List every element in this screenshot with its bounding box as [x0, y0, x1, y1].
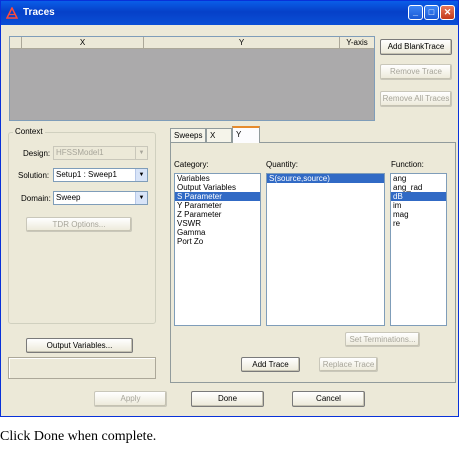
column-header-y-axis[interactable]: Y-axis — [340, 37, 374, 49]
function-list-item[interactable]: re — [391, 219, 446, 228]
solution-label: Solution: — [18, 171, 50, 180]
done-button[interactable]: Done — [191, 391, 264, 407]
design-label: Design: — [23, 149, 51, 158]
tab-y[interactable]: Y — [232, 126, 260, 143]
quantity-label: Quantity: — [266, 160, 299, 169]
tdr-options-button[interactable]: TDR Options... — [26, 217, 132, 232]
tab-panel-y: Category: Quantity: Function: Variables O… — [170, 142, 456, 383]
remove-trace-button[interactable]: Remove Trace — [380, 64, 452, 80]
set-terminations-button[interactable]: Set Terminations... — [345, 332, 420, 347]
function-list[interactable]: ang ang_rad dB im mag re — [390, 173, 447, 326]
output-variables-button[interactable]: Output Variables... — [26, 338, 133, 353]
solution-select[interactable]: Setup1 : Sweep1 ▼ — [53, 168, 148, 182]
design-value: HFSSModel1 — [56, 148, 104, 157]
maximize-icon[interactable]: □ — [424, 5, 439, 20]
context-group-title: Context — [13, 127, 45, 136]
quantity-list[interactable]: S(source,source) — [266, 173, 385, 326]
traces-table[interactable]: X Y Y-axis — [9, 36, 375, 121]
chevron-down-icon: ▼ — [135, 192, 147, 204]
caption-text: Click Done when complete. — [0, 429, 157, 444]
chevron-down-icon: ▼ — [135, 169, 147, 181]
title-bar: Traces _ □ ✕ — [1, 1, 458, 25]
remove-all-traces-button[interactable]: Remove All Traces — [380, 91, 452, 107]
add-blank-trace-button[interactable]: Add BlankTrace — [380, 39, 452, 55]
category-list-item[interactable]: Port Zo — [175, 237, 260, 246]
function-list-item[interactable]: mag — [391, 210, 446, 219]
quantity-list-item[interactable]: S(source,source) — [267, 174, 384, 183]
window-title: Traces — [23, 7, 55, 18]
category-list[interactable]: Variables Output Variables S Parameter Y Pa… — [174, 173, 261, 326]
category-label: Category: — [174, 160, 209, 169]
column-header-x[interactable]: X — [22, 37, 144, 49]
domain-label: Domain: — [21, 194, 51, 203]
chevron-down-icon: ▼ — [135, 147, 147, 159]
replace-trace-button[interactable]: Replace Trace — [319, 357, 378, 372]
column-header-y[interactable]: Y — [144, 37, 340, 49]
add-trace-button[interactable]: Add Trace — [241, 357, 300, 372]
function-label: Function: — [391, 160, 424, 169]
category-list-item[interactable]: Output Variables — [175, 183, 260, 192]
category-list-item[interactable]: Z Parameter — [175, 210, 260, 219]
close-icon[interactable]: ✕ — [440, 5, 455, 20]
design-select[interactable]: HFSSModel1 ▼ — [53, 146, 148, 160]
row-header-corner — [10, 37, 22, 49]
category-list-item[interactable]: VSWR — [175, 219, 260, 228]
category-list-item[interactable]: Y Parameter — [175, 201, 260, 210]
cancel-button[interactable]: Cancel — [292, 391, 365, 407]
tab-sweeps[interactable]: Sweeps — [170, 128, 206, 142]
category-list-item[interactable]: S Parameter — [175, 192, 260, 201]
status-box — [8, 357, 156, 379]
apply-button[interactable]: Apply — [94, 391, 167, 407]
function-list-item[interactable]: ang_rad — [391, 183, 446, 192]
function-list-item[interactable]: dB — [391, 192, 446, 201]
minimize-icon[interactable]: _ — [408, 5, 423, 20]
traces-dialog: Traces _ □ ✕ X Y Y-axis Add BlankTrace R… — [0, 0, 459, 417]
function-list-item[interactable]: im — [391, 201, 446, 210]
category-list-item[interactable]: Gamma — [175, 228, 260, 237]
solution-value: Setup1 : Sweep1 — [56, 170, 117, 179]
function-list-item[interactable]: ang — [391, 174, 446, 183]
hfss-logo-icon — [5, 6, 19, 19]
tab-x[interactable]: X — [206, 128, 232, 142]
domain-value: Sweep — [56, 193, 81, 202]
category-list-item[interactable]: Variables — [175, 174, 260, 183]
domain-select[interactable]: Sweep ▼ — [53, 191, 148, 205]
